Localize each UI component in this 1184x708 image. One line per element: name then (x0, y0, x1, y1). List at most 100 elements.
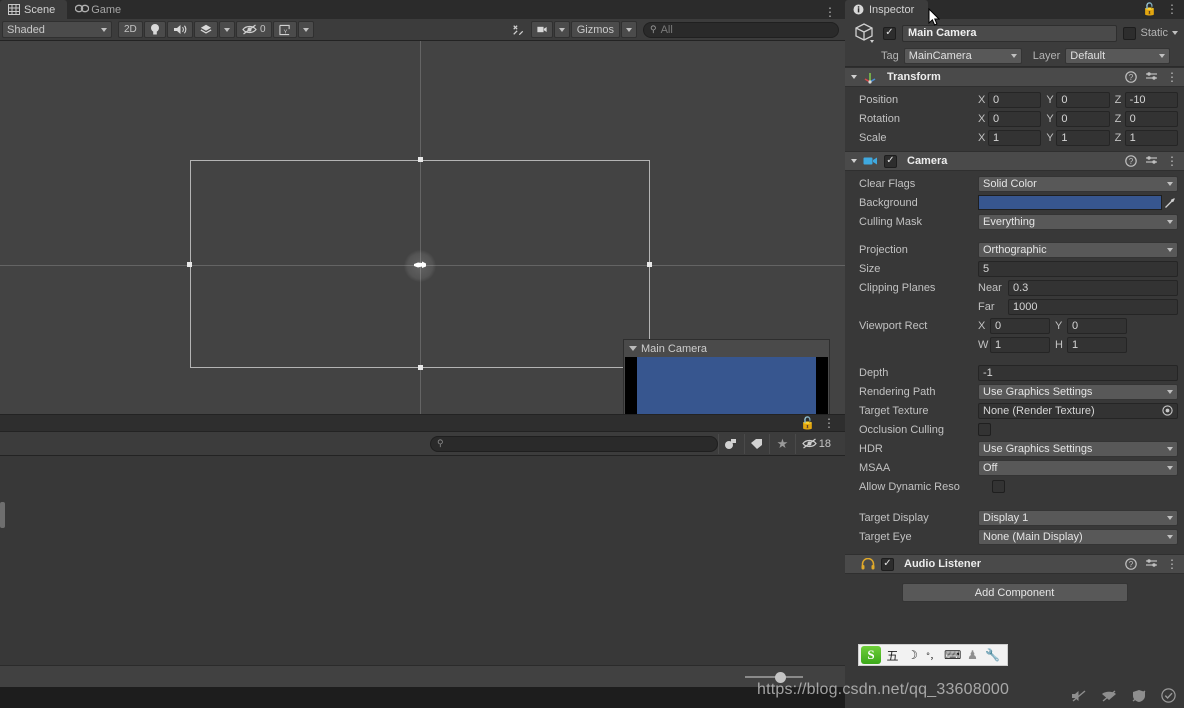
target-select-icon[interactable] (1162, 405, 1173, 416)
camera-enabled-checkbox[interactable]: ✓ (884, 154, 897, 168)
project-scrollbar[interactable] (0, 502, 5, 528)
gizmos-dropdown[interactable] (621, 21, 637, 38)
static-checkbox[interactable] (1123, 26, 1137, 40)
grid-snap-dropdown[interactable] (297, 21, 314, 38)
position-z-input[interactable]: -10 (1124, 91, 1178, 108)
hidden-objects-button[interactable]: 0 (235, 21, 272, 38)
static-toggle[interactable]: Static (1123, 26, 1178, 40)
resize-handle-left[interactable] (187, 262, 192, 267)
input-mode-wubi[interactable]: 五 (884, 647, 901, 664)
chevron-down-icon[interactable] (851, 159, 857, 163)
tab-scene[interactable]: Scene (0, 0, 68, 19)
chevron-down-icon[interactable] (1172, 31, 1178, 35)
object-name-input[interactable]: Main Camera (902, 24, 1118, 42)
scene-camera-dropdown[interactable] (553, 21, 570, 38)
scene-search-input[interactable]: ⚲ All (643, 21, 839, 38)
help-icon[interactable]: ? (1125, 155, 1137, 167)
position-y-input[interactable]: 0 (1056, 91, 1110, 108)
preset-icon[interactable] (1145, 71, 1158, 83)
kebab-menu-icon[interactable]: ⋮ (823, 417, 835, 429)
scale-y-input[interactable]: 1 (1056, 129, 1110, 146)
allow-dynamic-resolution-checkbox[interactable] (992, 480, 1005, 493)
check-circle-icon[interactable] (1161, 688, 1176, 706)
lock-icon[interactable]: 🔓 (1142, 2, 1157, 16)
star-filter-icon[interactable]: ★ (769, 433, 795, 454)
favorite-filter-icon[interactable] (718, 433, 744, 454)
tools-icon[interactable] (506, 21, 530, 38)
hidden-count-badge[interactable]: 18 (794, 433, 837, 454)
kebab-menu-icon[interactable]: ⋮ (1166, 155, 1178, 167)
help-icon[interactable]: ? (1125, 558, 1137, 570)
culling-mask-dropdown[interactable]: Everything (978, 213, 1178, 230)
component-header-audio-listener[interactable]: ✓ Audio Listener ? ⋮ (845, 554, 1184, 574)
kebab-menu-icon[interactable]: ⋮ (1166, 71, 1178, 83)
viewport-h-input[interactable]: 1 (1067, 336, 1127, 353)
half-width-moon-icon[interactable]: ☽ (904, 648, 921, 662)
camera-gizmo[interactable] (404, 250, 436, 282)
background-color-swatch[interactable] (978, 195, 1162, 210)
ime-logo-icon[interactable]: S (861, 646, 881, 664)
project-body[interactable] (0, 456, 845, 665)
kebab-menu-icon[interactable]: ⋮ (1166, 558, 1178, 570)
preset-icon[interactable] (1145, 558, 1158, 570)
scene-camera-icon[interactable] (530, 21, 553, 38)
scale-z-input[interactable]: 1 (1124, 129, 1178, 146)
cube-icon[interactable] (853, 21, 877, 45)
resize-handle-right[interactable] (647, 262, 652, 267)
chevron-down-icon[interactable] (851, 75, 857, 79)
position-x-input[interactable]: 0 (988, 91, 1042, 108)
projection-dropdown[interactable]: Orthographic (978, 241, 1178, 258)
gizmos-button[interactable]: Gizmos (570, 21, 620, 38)
viewport-y-input[interactable]: 0 (1067, 317, 1127, 334)
volume-muted-icon[interactable] (1071, 689, 1087, 706)
grid-snap-icon[interactable]: Y (272, 21, 297, 38)
eyedropper-icon[interactable] (1162, 197, 1178, 209)
rotation-z-input[interactable]: 0 (1124, 110, 1178, 127)
hdr-dropdown[interactable]: Use Graphics Settings (978, 440, 1178, 457)
clear-flags-dropdown[interactable]: Solid Color (978, 175, 1178, 192)
rotation-x-input[interactable]: 0 (988, 110, 1042, 127)
target-eye-dropdown[interactable]: None (Main Display) (978, 528, 1178, 545)
soft-keyboard-icon[interactable]: ⌨ (944, 648, 961, 662)
scene-viewport[interactable]: Main Camera (0, 41, 845, 414)
preset-icon[interactable] (1145, 155, 1158, 167)
help-icon[interactable]: ? (1125, 71, 1137, 83)
component-header-transform[interactable]: Transform ? ⋮ (845, 67, 1184, 87)
user-icon[interactable]: ♟ (964, 648, 981, 662)
msaa-dropdown[interactable]: Off (978, 459, 1178, 476)
rotation-y-input[interactable]: 0 (1056, 110, 1110, 127)
component-header-camera[interactable]: ✓ Camera ? ⋮ (845, 151, 1184, 171)
occlusion-culling-checkbox[interactable] (978, 423, 991, 436)
tab-game[interactable]: Game (67, 0, 133, 19)
rendering-path-dropdown[interactable]: Use Graphics Settings (978, 383, 1178, 400)
viewport-w-input[interactable]: 1 (990, 336, 1050, 353)
target-display-dropdown[interactable]: Display 1 (978, 509, 1178, 526)
depth-input[interactable]: -1 (978, 364, 1178, 381)
camera-preview-panel[interactable]: Main Camera (623, 339, 830, 414)
far-input[interactable]: 1000 (1008, 298, 1178, 315)
tag-dropdown[interactable]: MainCamera (903, 48, 1022, 64)
speaker-icon[interactable] (166, 21, 193, 38)
ime-toolbar[interactable]: S 五 ☽ °， ⌨ ♟ 🔧 (858, 644, 1008, 666)
toggle-2d-button[interactable]: 2D (118, 21, 143, 38)
resize-handle-bottom[interactable] (418, 365, 423, 370)
layer-dropdown[interactable]: Default (1065, 48, 1171, 64)
audio-listener-enabled-checkbox[interactable]: ✓ (881, 557, 894, 571)
target-texture-objectfield[interactable]: None (Render Texture) (978, 402, 1178, 419)
project-search-input[interactable]: ⚲ (430, 435, 719, 452)
viewport-x-input[interactable]: 0 (990, 317, 1050, 334)
network-icon[interactable] (1101, 689, 1117, 706)
scene-tab-menu-icon[interactable]: ⋮ (824, 6, 836, 18)
lightbulb-icon[interactable] (143, 21, 166, 38)
scale-x-input[interactable]: 1 (988, 129, 1042, 146)
label-filter-icon[interactable] (743, 433, 770, 454)
resize-handle-top[interactable] (418, 157, 423, 162)
add-component-button[interactable]: Add Component (901, 583, 1128, 602)
effects-icon[interactable] (193, 21, 218, 38)
kebab-menu-icon[interactable]: ⋮ (1166, 3, 1178, 15)
draw-mode-dropdown[interactable]: Shaded (2, 21, 112, 38)
size-input[interactable]: 5 (978, 260, 1178, 277)
tab-inspector[interactable]: Inspector (845, 0, 929, 19)
shield-icon[interactable] (1131, 689, 1147, 706)
camera-preview-header[interactable]: Main Camera (624, 340, 829, 357)
